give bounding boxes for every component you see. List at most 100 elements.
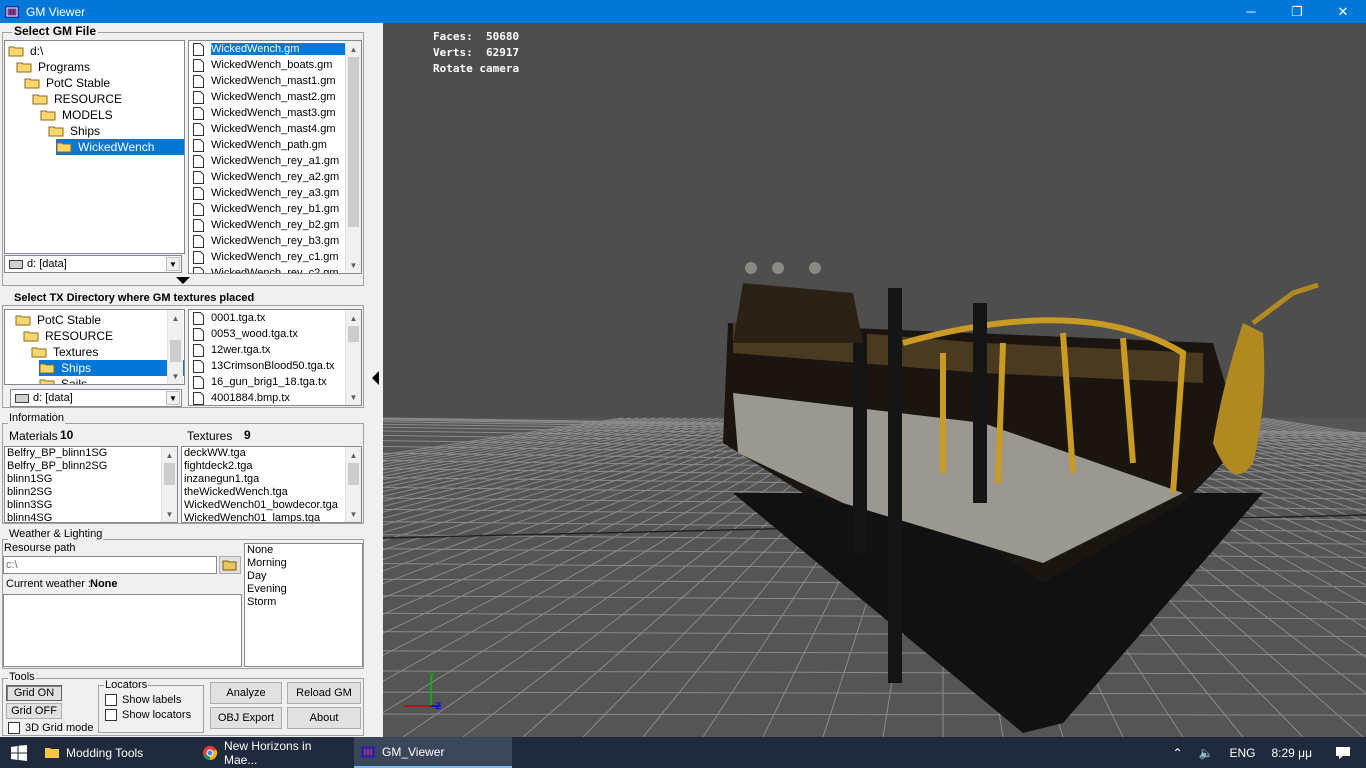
resource-path-input[interactable]: c:\ — [3, 556, 217, 574]
show-labels-checkbox[interactable] — [105, 694, 117, 706]
analyze-button[interactable]: Analyze — [210, 682, 282, 704]
scroll-up-icon[interactable]: ▲ — [346, 310, 361, 326]
list-item[interactable]: deckWW.tga — [184, 447, 361, 460]
task-gm-viewer[interactable]: GM_Viewer — [354, 737, 512, 768]
tree-item[interactable]: RESOURCE — [32, 91, 124, 107]
tree-item[interactable]: WickedWench — [56, 139, 184, 155]
language-indicator[interactable]: ENG — [1229, 746, 1255, 760]
close-button[interactable]: ✕ — [1320, 0, 1366, 23]
list-item[interactable]: WickedWench_rey_b1.gm — [189, 201, 361, 217]
reload-gm-button[interactable]: Reload GM — [287, 682, 361, 704]
list-item[interactable]: blinn1SG — [7, 473, 177, 486]
list-item[interactable]: WickedWench01_lamps.tga — [184, 512, 361, 522]
materials-scrollbar[interactable]: ▲ ▼ — [161, 447, 177, 522]
list-item[interactable]: WickedWench_rey_b3.gm — [189, 233, 361, 249]
maximize-button[interactable]: ❐ — [1274, 0, 1320, 23]
scroll-down-icon[interactable]: ▼ — [346, 257, 361, 273]
clock[interactable]: 8:29 μμ — [1271, 746, 1312, 760]
list-item[interactable]: Belfry_BP_blinn1SG — [7, 447, 177, 460]
list-item[interactable]: WickedWench_rey_c2.gm — [189, 265, 361, 273]
3d-viewport[interactable]: Faces: 50680 Verts: 62917 Rotate camera … — [383, 23, 1366, 737]
list-item[interactable]: fightdeck2.tga — [184, 460, 361, 473]
minimize-button[interactable]: ─ — [1228, 0, 1274, 23]
textures-list[interactable]: deckWW.tga fightdeck2.tga inzanegun1.tga th… — [181, 446, 362, 523]
list-item[interactable]: 4001884.bmp.tx — [189, 390, 361, 405]
task-browser[interactable]: New Horizons in Mae... — [196, 737, 354, 768]
list-item[interactable]: Day — [247, 570, 362, 583]
list-item[interactable]: inzanegun1.tga — [184, 473, 361, 486]
tx-file-list[interactable]: 0001.tga.tx 0053_wood.tga.tx 12wer.tga.tx 1… — [188, 309, 362, 406]
scroll-up-icon[interactable]: ▲ — [162, 447, 177, 463]
collapse-arrow-icon[interactable] — [176, 277, 190, 285]
list-item[interactable]: Morning — [247, 557, 362, 570]
scroll-thumb[interactable] — [348, 57, 359, 227]
tree-item[interactable]: d:\ — [8, 43, 45, 59]
tx-folder-tree[interactable]: PotC Stable RESOURCE Textures Ships Sails — [4, 309, 185, 385]
grid-off-button[interactable]: Grid OFF — [6, 703, 62, 719]
list-item[interactable]: theWickedWench.tga — [184, 486, 361, 499]
list-item[interactable]: WickedWench_mast4.gm — [189, 121, 361, 137]
tree-item[interactable]: MODELS — [40, 107, 115, 123]
tree-item[interactable]: Textures — [31, 344, 100, 360]
scroll-down-icon[interactable]: ▼ — [346, 506, 361, 522]
gm-drive-select[interactable]: d: [data] ▼ — [4, 255, 182, 273]
list-item[interactable]: Storm — [247, 596, 362, 609]
grid-3d-checkbox[interactable] — [8, 722, 20, 734]
panel-collapse-icon[interactable] — [372, 371, 380, 385]
weather-options-list[interactable]: None Morning Day Evening Storm — [244, 543, 363, 667]
list-item[interactable]: WickedWench_mast3.gm — [189, 105, 361, 121]
chevron-up-icon[interactable]: ⌃ — [1172, 746, 1182, 760]
list-item[interactable]: WickedWench_rey_a2.gm — [189, 169, 361, 185]
show-locators-checkbox[interactable] — [105, 709, 117, 721]
chevron-down-icon[interactable]: ▼ — [166, 391, 180, 405]
list-item[interactable]: blinn2SG — [7, 486, 177, 499]
browse-folder-button[interactable] — [219, 556, 241, 574]
start-button[interactable] — [0, 737, 38, 768]
list-item[interactable]: 0001.tga.tx — [189, 310, 361, 326]
list-item[interactable]: 12wer.tga.tx — [189, 342, 361, 358]
speaker-icon[interactable]: 🔈 — [1199, 746, 1214, 760]
tree-item[interactable]: Sails — [39, 376, 89, 384]
list-item[interactable]: Evening — [247, 583, 362, 596]
notification-icon[interactable] — [1328, 746, 1358, 760]
scroll-thumb[interactable] — [348, 463, 359, 485]
about-button[interactable]: About — [287, 707, 361, 729]
gm-folder-tree[interactable]: d:\ Programs PotC Stable RESOURCE MODELS Ship… — [4, 40, 185, 254]
grid-on-button[interactable]: Grid ON — [6, 685, 62, 701]
tree-item[interactable]: PotC Stable — [15, 312, 103, 328]
list-item[interactable]: 13CrimsonBlood50.tga.tx — [189, 358, 361, 374]
scroll-up-icon[interactable]: ▲ — [346, 447, 361, 463]
list-item[interactable]: WickedWench_rey_a1.gm — [189, 153, 361, 169]
textures-scrollbar[interactable]: ▲ ▼ — [345, 447, 361, 522]
tx-drive-select[interactable]: d: [data] ▼ — [10, 389, 182, 407]
scroll-thumb[interactable] — [164, 463, 175, 485]
show-labels-row[interactable]: Show labels — [105, 694, 181, 706]
tree-item[interactable]: Ships — [48, 123, 102, 139]
list-item[interactable]: blinn4SG — [7, 512, 177, 522]
list-item[interactable]: WickedWench.gm — [189, 41, 361, 57]
scroll-down-icon[interactable]: ▼ — [168, 368, 183, 384]
list-item[interactable]: WickedWench_boats.gm — [189, 57, 361, 73]
materials-list[interactable]: Belfry_BP_blinn1SG Belfry_BP_blinn2SG blin… — [4, 446, 178, 523]
tree-item[interactable]: Ships — [39, 360, 184, 376]
scroll-down-icon[interactable]: ▼ — [346, 389, 361, 405]
list-item[interactable]: 0053_wood.tga.tx — [189, 326, 361, 342]
tx-tree-scrollbar[interactable]: ▲ ▼ — [167, 310, 183, 384]
tree-item[interactable]: PotC Stable — [24, 75, 112, 91]
task-modding-tools[interactable]: Modding Tools — [38, 737, 196, 768]
list-item[interactable]: WickedWench_path.gm — [189, 137, 361, 153]
tree-item[interactable]: Programs — [16, 59, 92, 75]
list-item[interactable]: None — [247, 544, 362, 557]
list-item[interactable]: Belfry_BP_blinn2SG — [7, 460, 177, 473]
gm-file-list[interactable]: WickedWench.gm WickedWench_boats.gm Wicked… — [188, 40, 362, 274]
grid-3d-checkbox-row[interactable]: 3D Grid mode — [8, 722, 93, 734]
tree-item[interactable]: RESOURCE — [23, 328, 115, 344]
list-item[interactable]: WickedWench01_bowdecor.tga — [184, 499, 361, 512]
show-locators-row[interactable]: Show locators — [105, 709, 191, 721]
scroll-up-icon[interactable]: ▲ — [346, 41, 361, 57]
list-item[interactable]: 16_gun_brig1_18.tga.tx — [189, 374, 361, 390]
chevron-down-icon[interactable]: ▼ — [166, 257, 180, 271]
list-item[interactable]: WickedWench_mast2.gm — [189, 89, 361, 105]
gm-file-scrollbar[interactable]: ▲ ▼ — [345, 41, 361, 273]
list-item[interactable]: WickedWench_rey_b2.gm — [189, 217, 361, 233]
